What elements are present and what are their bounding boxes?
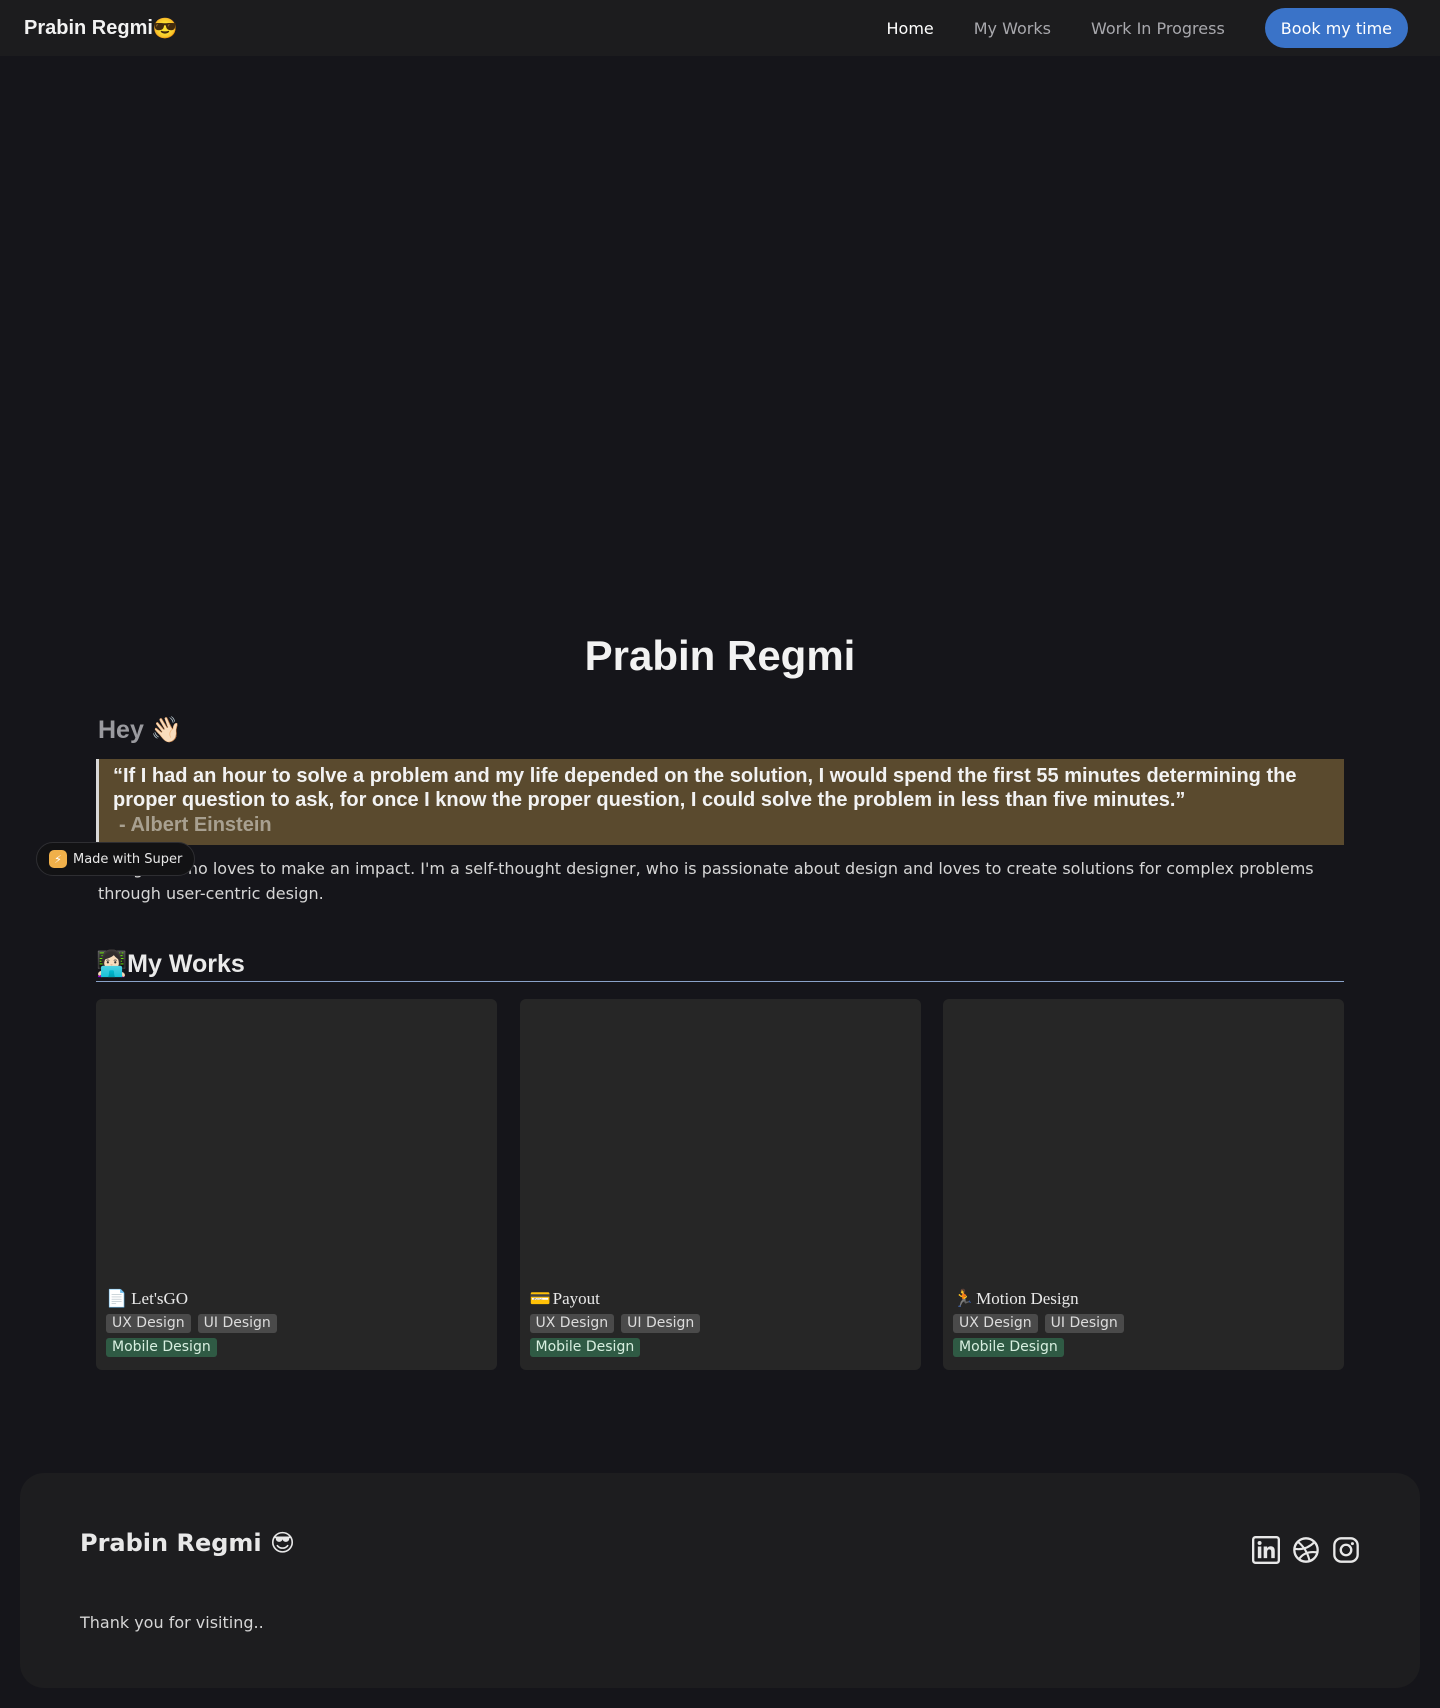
nav-link-work-in-progress[interactable]: Work In Progress	[1091, 19, 1225, 38]
intro-paragraph: Designer who loves to make an impact. I'…	[98, 859, 1314, 903]
brand-logo[interactable]: Prabin Regmi 😎	[24, 16, 178, 41]
card-tags-secondary: Mobile Design	[529, 1338, 648, 1357]
nav-link-home[interactable]: Home	[887, 19, 934, 38]
badge-label: Made with Super	[73, 851, 183, 867]
card-tags: UX Design UI Design	[106, 1314, 284, 1333]
tag-mobile-design: Mobile Design	[953, 1338, 1064, 1357]
quote-block: “If I had an hour to solve a problem and…	[96, 759, 1344, 845]
linkedin-icon[interactable]	[1252, 1536, 1280, 1564]
tag-ux-design: UX Design	[529, 1314, 615, 1333]
navbar: Prabin Regmi 😎 Home My Works Work In Prog…	[0, 0, 1440, 56]
technologist-icon: 👩🏻‍💻	[96, 950, 128, 978]
waving-hand-icon: 👋🏻	[150, 716, 182, 744]
card-tags-secondary: Mobile Design	[953, 1338, 1071, 1357]
card-title-text: Let'sGO	[131, 1289, 189, 1308]
quote-text: “If I had an hour to solve a problem and…	[113, 765, 1297, 811]
nav-link-my-works[interactable]: My Works	[974, 19, 1051, 38]
greeting-heading: Hey 👋🏻	[98, 716, 182, 745]
card-title-text: Motion Design	[976, 1289, 1079, 1308]
greeting-text: Hey	[98, 716, 144, 744]
tag-ui-design: UI Design	[621, 1314, 701, 1333]
card-title: 🏃 Motion Design	[953, 1289, 1079, 1309]
sunglasses-emoji-icon: 😎	[152, 17, 178, 40]
work-card-motion-design[interactable]: 🏃 Motion Design UX Design UI Design Mobi…	[943, 999, 1344, 1370]
tag-ux-design: UX Design	[953, 1314, 1038, 1333]
tag-mobile-design: Mobile Design	[529, 1338, 641, 1357]
card-title: 📄 Let'sGO	[106, 1289, 188, 1309]
footer: Prabin Regmi 😎 Thank you for visiting..	[20, 1473, 1420, 1688]
card-tags: UX Design UI Design	[529, 1314, 708, 1333]
work-card-letsgo[interactable]: 📄 Let'sGO UX Design UI Design Mobile Des…	[96, 999, 497, 1370]
page-icon: 📄	[106, 1289, 128, 1308]
tag-mobile-design: Mobile Design	[106, 1338, 217, 1357]
credit-card-icon: 💳	[529, 1289, 551, 1308]
brand-name: Prabin Regmi	[24, 16, 153, 39]
page-title: Prabin Regmi	[584, 632, 856, 679]
tag-ui-design: UI Design	[197, 1314, 277, 1333]
card-title-text: Payout	[552, 1289, 600, 1308]
social-links	[1240, 1536, 1360, 1564]
runner-icon: 🏃	[953, 1289, 975, 1308]
footer-brand: Prabin Regmi 😎	[80, 1529, 296, 1557]
works-gallery: 📄 Let'sGO UX Design UI Design Mobile Des…	[96, 999, 1344, 1370]
instagram-icon[interactable]	[1332, 1536, 1360, 1564]
hero-cover	[0, 56, 1440, 616]
book-my-time-button[interactable]: Book my time	[1264, 8, 1408, 48]
made-with-super-badge[interactable]: ⚡ Made with Super	[36, 842, 196, 876]
footer-thanks-text: Thank you for visiting..	[80, 1613, 264, 1632]
tag-ux-design: UX Design	[106, 1314, 191, 1333]
lightning-bolt-icon: ⚡	[49, 850, 67, 868]
my-works-title: My Works	[127, 950, 245, 978]
work-card-payout[interactable]: 💳 Payout UX Design UI Design Mobile Desi…	[519, 999, 921, 1370]
card-title: 💳 Payout	[530, 1289, 600, 1309]
card-tags-secondary: Mobile Design	[106, 1338, 224, 1357]
nav-links: Home My Works Work In Progress Book my t…	[887, 8, 1417, 48]
card-tags: UX Design UI Design	[953, 1314, 1131, 1333]
quote-author: - Albert Einstein	[119, 814, 272, 836]
tag-ui-design: UI Design	[1044, 1314, 1124, 1333]
my-works-heading: 👩🏻‍💻 My Works	[96, 950, 1344, 982]
dribbble-icon[interactable]	[1292, 1536, 1320, 1564]
